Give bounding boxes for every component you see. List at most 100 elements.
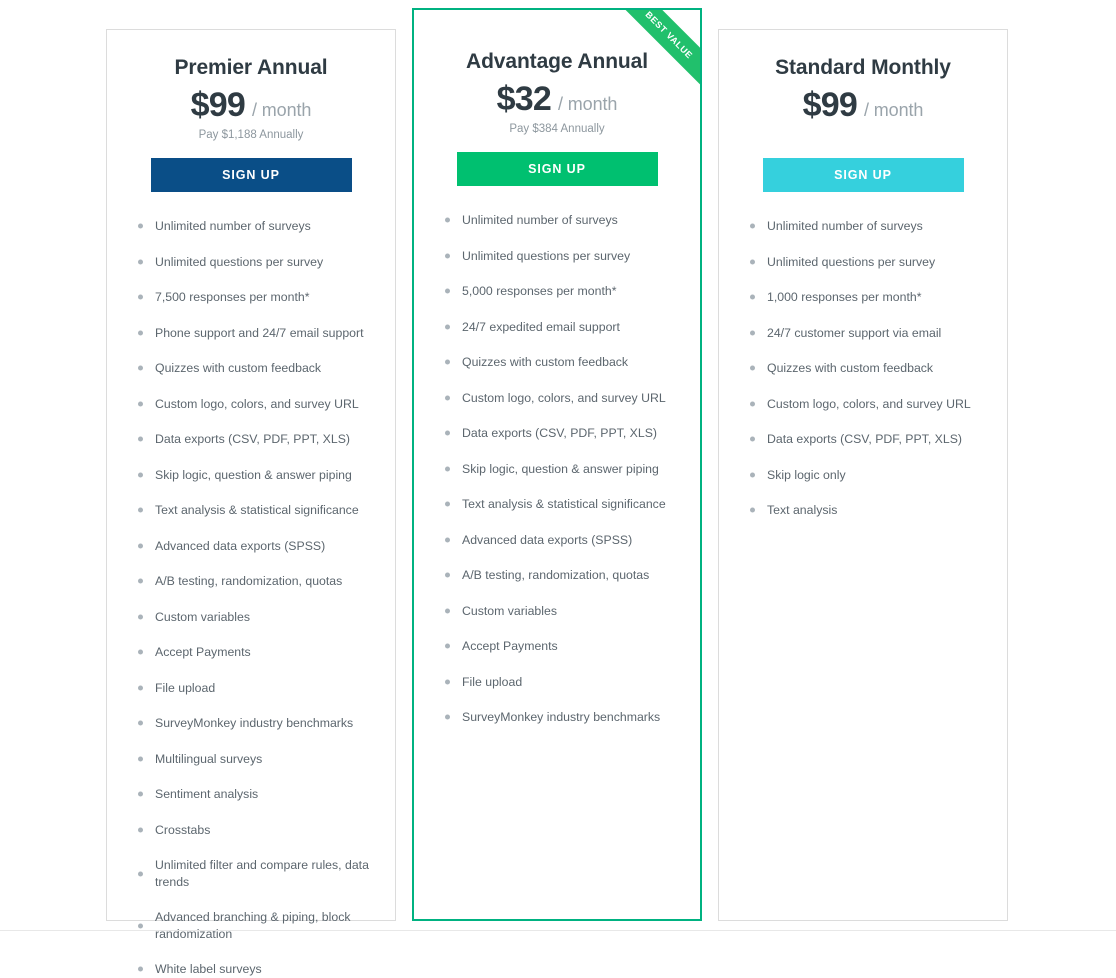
feature-label: Data exports (CSV, PDF, PPT, XLS) bbox=[462, 426, 658, 440]
feature-list-item: Custom variables bbox=[414, 603, 700, 620]
feature-label: Text analysis & statistical significance bbox=[155, 503, 359, 517]
feature-list-item: Phone support and 24/7 email support bbox=[107, 325, 395, 342]
bullet-icon bbox=[138, 294, 143, 300]
feature-label: 5,000 responses per month* bbox=[462, 284, 617, 298]
feature-label: Unlimited questions per survey bbox=[462, 248, 631, 263]
bullet-icon bbox=[138, 401, 143, 407]
bullet-icon bbox=[445, 572, 450, 578]
bullet-icon bbox=[138, 685, 143, 691]
feature-list-item: Data exports (CSV, PDF, PPT, XLS) bbox=[719, 431, 1007, 448]
feature-list-item: Skip logic, question & answer piping bbox=[414, 461, 700, 478]
bullet-icon bbox=[445, 359, 450, 365]
feature-label: Accept Payments bbox=[155, 645, 251, 659]
bullet-icon bbox=[138, 578, 143, 584]
feature-label: Phone support and 24/7 email support bbox=[155, 325, 364, 340]
feature-list-item: Skip logic, question & answer piping bbox=[107, 467, 395, 484]
feature-list-item: File upload bbox=[107, 680, 395, 697]
feature-label: A/B testing, randomization, quotas bbox=[462, 568, 650, 582]
feature-label: Advanced data exports (SPSS) bbox=[155, 538, 326, 553]
signup-button-wrap: SIGN UP bbox=[414, 152, 700, 186]
feature-list-item: File upload bbox=[414, 674, 700, 691]
pricing-page: Premier Annual $99 / month Pay $1,188 An… bbox=[0, 0, 1116, 976]
feature-label: Multilingual surveys bbox=[155, 751, 263, 766]
bullet-icon bbox=[445, 466, 450, 472]
feature-list-item: SurveyMonkey industry benchmarks bbox=[107, 715, 395, 732]
feature-list-item: Quizzes with custom feedback bbox=[107, 360, 395, 377]
bullet-icon bbox=[138, 223, 143, 229]
bullet-icon bbox=[750, 330, 755, 336]
feature-list-item: Advanced data exports (SPSS) bbox=[107, 538, 395, 555]
bullet-icon bbox=[138, 543, 143, 549]
bullet-icon bbox=[445, 714, 450, 720]
feature-list-item: Advanced branching & piping, block rando… bbox=[107, 909, 395, 942]
feature-list-item: Text analysis & statistical significance bbox=[414, 496, 700, 513]
bullet-icon bbox=[750, 472, 755, 478]
feature-label: Text analysis & statistical significance bbox=[462, 497, 666, 511]
plan-header: Premier Annual $99 / month Pay $1,188 An… bbox=[107, 30, 395, 192]
feature-label: Quizzes with custom feedback bbox=[767, 361, 934, 375]
price-amount: $99 bbox=[190, 86, 246, 124]
feature-list-item: Unlimited questions per survey bbox=[719, 254, 1007, 271]
bullet-icon bbox=[445, 288, 450, 294]
bullet-icon bbox=[138, 649, 143, 655]
feature-list-item: Unlimited number of surveys bbox=[719, 218, 1007, 235]
feature-label: Data exports (CSV, PDF, PPT, XLS) bbox=[155, 432, 351, 446]
bullet-icon bbox=[138, 871, 143, 876]
bullet-icon bbox=[138, 436, 143, 442]
feature-list-item: Accept Payments bbox=[107, 644, 395, 661]
feature-list-item: Custom logo, colors, and survey URL bbox=[719, 396, 1007, 413]
sign-up-button-premier-annual[interactable]: SIGN UP bbox=[150, 158, 352, 192]
feature-label: Advanced branching & piping, block rando… bbox=[155, 910, 351, 941]
bullet-icon bbox=[750, 294, 755, 300]
feature-label: Advanced data exports (SPSS) bbox=[462, 532, 633, 547]
price-period: / month bbox=[251, 100, 312, 120]
feature-label: 24/7 expedited email support bbox=[462, 319, 620, 334]
bullet-icon bbox=[445, 679, 450, 685]
bullet-icon bbox=[445, 217, 450, 223]
price-amount: $32 bbox=[496, 80, 552, 118]
feature-list-item: Data exports (CSV, PDF, PPT, XLS) bbox=[414, 425, 700, 442]
bullet-icon bbox=[138, 614, 143, 620]
feature-list-item: Custom logo, colors, and survey URL bbox=[107, 396, 395, 413]
feature-list-item: Data exports (CSV, PDF, PPT, XLS) bbox=[107, 431, 395, 448]
feature-list-item: White label surveys bbox=[107, 961, 395, 978]
feature-list-item: A/B testing, randomization, quotas bbox=[414, 567, 700, 584]
bullet-icon bbox=[750, 365, 755, 371]
feature-list-advantage-annual: Unlimited number of surveys Unlimited que… bbox=[414, 186, 700, 726]
feature-label: White label surveys bbox=[155, 962, 262, 976]
feature-list-item: 24/7 expedited email support bbox=[414, 319, 700, 336]
feature-label: Skip logic, question & answer piping bbox=[462, 461, 659, 476]
feature-label: 7,500 responses per month* bbox=[155, 290, 310, 304]
feature-label: Unlimited questions per survey bbox=[155, 254, 324, 269]
feature-list-item: Crosstabs bbox=[107, 822, 395, 839]
feature-label: Custom variables bbox=[462, 603, 557, 618]
feature-label: Accept Payments bbox=[462, 639, 558, 653]
feature-label: Unlimited questions per survey bbox=[767, 254, 936, 269]
price-period: / month bbox=[557, 94, 618, 114]
pricing-plans-container: Premier Annual $99 / month Pay $1,188 An… bbox=[0, 0, 1116, 976]
bullet-icon bbox=[445, 324, 450, 330]
feature-list-item: Skip logic only bbox=[719, 467, 1007, 484]
bullet-icon bbox=[138, 507, 143, 513]
bullet-icon bbox=[138, 472, 143, 478]
feature-label: 24/7 customer support via email bbox=[767, 325, 942, 340]
sign-up-button-standard-monthly[interactable]: SIGN UP bbox=[762, 158, 964, 192]
feature-list-item: Text analysis bbox=[719, 502, 1007, 519]
bullet-icon bbox=[138, 365, 143, 371]
feature-label: Custom variables bbox=[155, 609, 250, 624]
feature-label: File upload bbox=[462, 674, 523, 689]
feature-label: SurveyMonkey industry benchmarks bbox=[155, 716, 354, 730]
feature-label: Custom logo, colors, and survey URL bbox=[155, 396, 359, 411]
price-note: Pay $1,188 Annually bbox=[198, 129, 304, 141]
feature-list-standard-monthly: Unlimited number of surveys Unlimited que… bbox=[719, 192, 1007, 519]
feature-list-premier-annual: Unlimited number of surveys Unlimited que… bbox=[107, 192, 395, 978]
bullet-icon bbox=[750, 436, 755, 442]
bullet-icon bbox=[750, 507, 755, 513]
feature-list-item: 1,000 responses per month* bbox=[719, 289, 1007, 306]
feature-list-item: 24/7 customer support via email bbox=[719, 325, 1007, 342]
feature-list-item: A/B testing, randomization, quotas bbox=[107, 573, 395, 590]
feature-list-item: 7,500 responses per month* bbox=[107, 289, 395, 306]
pricing-card-advantage-annual: BEST VALUE Advantage Annual $32 / month … bbox=[412, 8, 702, 921]
feature-list-item: Advanced data exports (SPSS) bbox=[414, 532, 700, 549]
sign-up-button-advantage-annual[interactable]: SIGN UP bbox=[456, 152, 658, 186]
